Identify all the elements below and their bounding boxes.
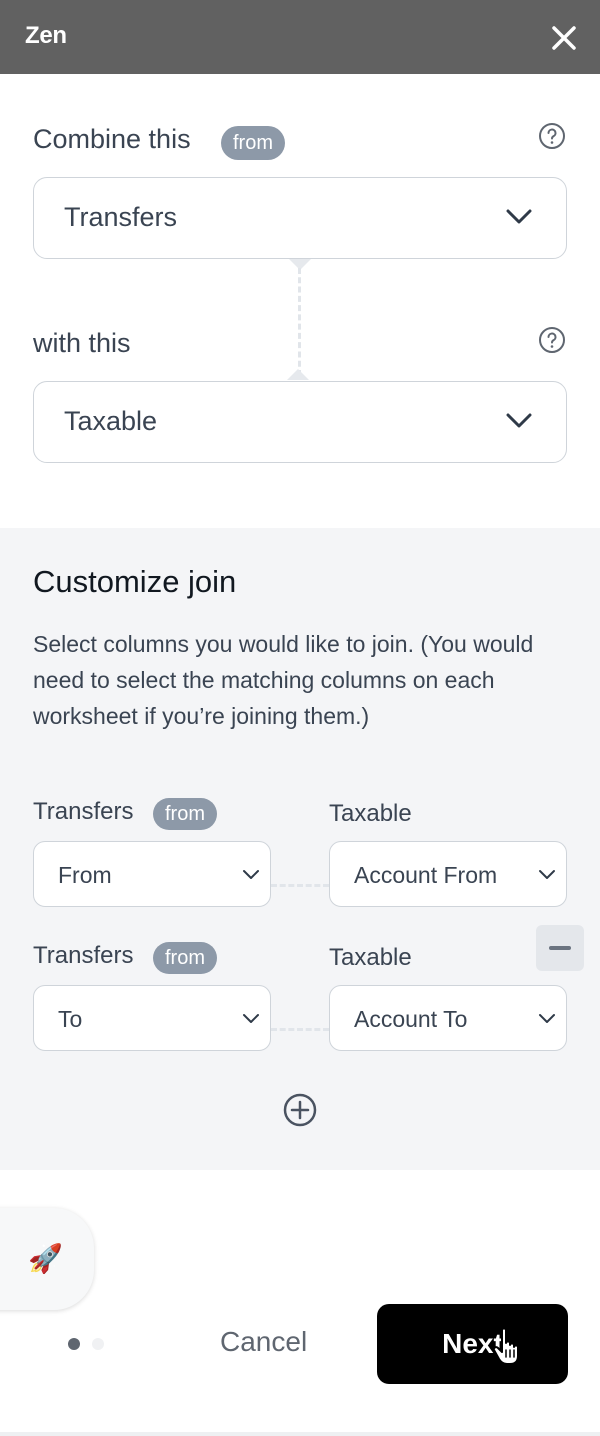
row-left-label: Transfers	[33, 942, 134, 969]
next-button[interactable]: Next	[377, 1304, 568, 1384]
right-column-select[interactable]: Account From	[329, 841, 567, 907]
left-column-value: From	[58, 862, 112, 888]
rocket-button[interactable]: 🚀	[0, 1208, 94, 1310]
row-left-label: Transfers	[33, 798, 134, 825]
pagination-dot-active	[68, 1338, 80, 1350]
rocket-icon: 🚀	[28, 1243, 63, 1274]
from-badge: from	[153, 942, 217, 974]
connector-notch-bottom	[287, 369, 309, 380]
with-select[interactable]: Taxable	[33, 381, 567, 463]
chevron-down-icon	[506, 209, 532, 224]
pagination-dot	[92, 1338, 104, 1350]
close-icon[interactable]	[548, 22, 580, 54]
title-bar: Zen	[0, 0, 600, 74]
customize-description: Select columns you would like to join. (…	[33, 631, 534, 729]
combine-select-value: Transfers	[64, 202, 178, 232]
hand-pointer-icon	[494, 1327, 519, 1365]
chevron-down-icon	[243, 870, 259, 879]
from-badge: from	[221, 126, 285, 160]
help-icon[interactable]	[538, 122, 566, 150]
with-select-value: Taxable	[64, 406, 158, 436]
add-row-button[interactable]	[283, 1093, 317, 1127]
row-right-label: Taxable	[329, 800, 412, 827]
chevron-down-icon	[506, 413, 532, 428]
help-icon[interactable]	[538, 326, 566, 354]
join-connector	[271, 1028, 329, 1031]
from-badge: from	[153, 798, 217, 830]
bottom-divider	[0, 1432, 600, 1436]
combine-label: Combine this	[33, 124, 191, 154]
customize-title: Customize join	[33, 564, 237, 599]
cancel-button[interactable]: Cancel	[220, 1326, 307, 1358]
right-column-select[interactable]: Account To	[329, 985, 567, 1051]
remove-row-button[interactable]	[536, 925, 584, 971]
chevron-down-icon	[243, 1014, 259, 1023]
row-right-label: Taxable	[329, 944, 412, 971]
combine-select[interactable]: Transfers	[33, 177, 567, 259]
right-column-value: Account To	[354, 1006, 468, 1032]
with-label: with this	[33, 328, 131, 358]
minus-icon	[549, 946, 571, 950]
right-column-value: Account From	[354, 862, 498, 888]
next-button-label: Next	[442, 1328, 503, 1359]
left-column-select[interactable]: From	[33, 841, 271, 907]
app-title: Zen	[25, 22, 67, 49]
join-connector	[271, 884, 329, 887]
connector-line	[298, 268, 301, 376]
left-column-value: To	[58, 1006, 83, 1032]
chevron-down-icon	[539, 1014, 555, 1023]
left-column-select[interactable]: To	[33, 985, 271, 1051]
chevron-down-icon	[539, 870, 555, 879]
